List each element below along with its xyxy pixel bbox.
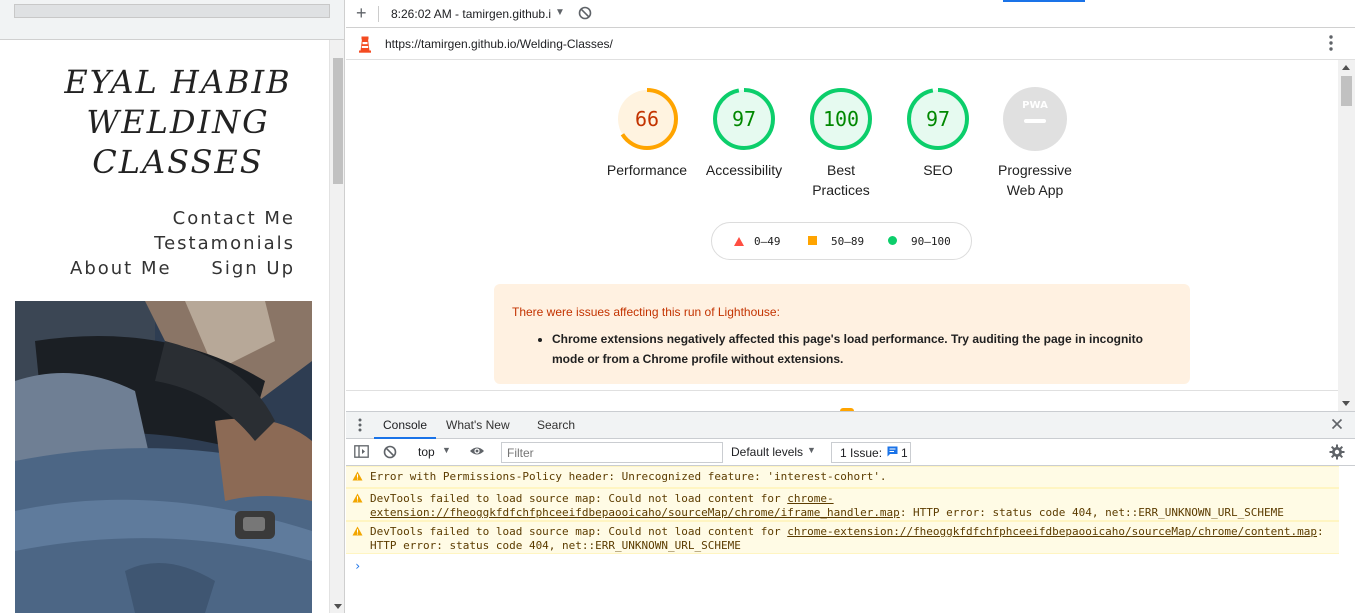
warning-triangle-icon [352, 471, 363, 485]
devtools-panel: + 8:26:02 AM - tamirgen.github.i ▼ https… [346, 0, 1355, 613]
console-message-text: DevTools failed to load source map: Coul… [370, 492, 788, 505]
report-selector[interactable]: 8:26:02 AM - tamirgen.github.i [391, 7, 551, 21]
lighthouse-icon [358, 35, 372, 56]
score-legend: 0–49 50–89 90–100 [711, 222, 972, 260]
warning-list: Chrome extensions negatively affected th… [552, 329, 1162, 369]
average-square-icon [808, 236, 817, 245]
fail-triangle-icon [734, 237, 744, 246]
tab-console[interactable]: Console [374, 412, 436, 439]
gauge-score: 97 [926, 107, 950, 131]
filter-input[interactable] [501, 442, 723, 463]
report-scrollbar[interactable] [1338, 60, 1355, 411]
console-message-text: Error with Permissions-Policy header: Un… [370, 470, 887, 483]
warning-triangle-icon [352, 493, 363, 507]
scroll-up-arrow-icon[interactable] [1342, 65, 1350, 70]
console-toolbar: top ▼ Default levels ▼ 1 Issue: 1 [346, 439, 1355, 466]
nav-link-about[interactable]: About Me [70, 258, 172, 279]
warning-triangle-icon [352, 526, 363, 540]
message-icon [887, 446, 898, 460]
active-accent-bar [1003, 0, 1085, 2]
close-icon[interactable] [1331, 418, 1343, 433]
console-warning-row: Error with Permissions-Policy header: Un… [346, 466, 1339, 488]
nav-link-testimonials[interactable]: Testamonials [154, 233, 295, 254]
site-title: EYAL HABIB WELDING CLASSES [64, 63, 292, 181]
website-top-strip [14, 4, 330, 18]
console-warning-row: DevTools failed to load source map: Coul… [346, 488, 1339, 521]
gauge-label: Best Practices [812, 162, 870, 198]
chevron-down-icon[interactable]: ▼ [555, 7, 565, 18]
pwa-dash-icon [1024, 119, 1046, 123]
score-gauge[interactable]: 97 SEO [883, 86, 993, 180]
nav-link-signup[interactable]: Sign Up [211, 258, 295, 279]
gauge-label: SEO [923, 162, 953, 178]
legend-fail: 0–49 [734, 235, 781, 248]
tab-whats-new[interactable]: What's New [446, 412, 510, 439]
chevron-down-icon[interactable]: ▼ [442, 445, 451, 455]
score-gauge[interactable]: PWA Progressive Web App [980, 86, 1090, 200]
gauge-score: 66 [635, 107, 659, 131]
score-gauge-ring: 100 [810, 88, 872, 150]
pwa-badge-icon: PWA [1022, 100, 1048, 111]
console-prompt[interactable]: › [354, 559, 361, 573]
warning-item: Chrome extensions negatively affected th… [552, 329, 1162, 369]
chevron-down-icon[interactable]: ▼ [807, 445, 816, 455]
score-gauge-ring: 97 [907, 88, 969, 150]
block-icon[interactable] [383, 445, 397, 462]
new-report-plus-icon[interactable]: + [356, 3, 367, 24]
gauge-label: Progressive Web App [998, 162, 1072, 198]
gauge-label: Performance [606, 162, 688, 178]
issues-button[interactable]: 1 Issue: 1 [831, 442, 911, 463]
console-messages: Error with Permissions-Policy header: Un… [346, 466, 1355, 613]
website-top-bar [0, 0, 344, 40]
welder-photo [15, 301, 312, 613]
context-selector[interactable]: top [418, 445, 435, 459]
score-gauge-ring: 97 [713, 88, 775, 150]
gauge-score: 97 [732, 107, 756, 131]
report-scrollbar-thumb[interactable] [1341, 76, 1352, 106]
legend-average: 50–89 [808, 235, 864, 248]
gauge-score: 100 [823, 107, 859, 131]
console-message-text: DevTools failed to load source map: Coul… [370, 525, 788, 538]
scroll-down-arrow-icon[interactable] [334, 604, 342, 609]
scroll-down-arrow-icon[interactable] [1342, 401, 1350, 406]
gauge-label: Accessibility [705, 162, 783, 178]
website-viewport: EYAL HABIB WELDING CLASSES Contact Me Te… [0, 0, 345, 613]
lighthouse-toolbar: + 8:26:02 AM - tamirgen.github.i ▼ [346, 0, 1355, 28]
console-message-suffix: : HTTP error: status code 404, net::ERR_… [899, 506, 1284, 519]
lighthouse-url-bar: https://tamirgen.github.io/Welding-Class… [346, 28, 1355, 60]
report-divider [346, 390, 1338, 391]
block-icon[interactable] [578, 6, 592, 23]
pass-circle-icon [888, 236, 897, 245]
lighthouse-report: 66 Performance 97 Accessibility 100 Best Prac… [346, 60, 1338, 391]
kebab-menu-icon[interactable] [358, 418, 362, 435]
gear-icon[interactable] [1329, 444, 1345, 463]
warning-title: There were issues affecting this run of … [512, 305, 780, 319]
console-warning-row: DevTools failed to load source map: Coul… [346, 521, 1339, 554]
legend-pass: 90–100 [888, 235, 951, 248]
score-gauge[interactable]: 97 Accessibility [689, 86, 799, 180]
sidebar-toggle-icon[interactable] [354, 445, 369, 461]
score-gauge-ring: 66 [616, 88, 678, 150]
issues-count: 1 [901, 446, 908, 460]
website-scrollbar-thumb[interactable] [333, 58, 343, 184]
score-gauge-ring: PWA [1003, 87, 1067, 151]
issues-label: 1 Issue: [840, 446, 883, 460]
nav-link-contact[interactable]: Contact Me [173, 208, 295, 229]
log-levels-selector[interactable]: Default levels [731, 445, 803, 459]
score-gauge[interactable]: 66 Performance [592, 86, 702, 180]
website-scrollbar[interactable] [329, 40, 344, 613]
console-scrollbar[interactable] [1339, 466, 1355, 613]
runtime-warning-box: There were issues affecting this run of … [494, 284, 1190, 384]
score-gauge[interactable]: 100 Best Practices [786, 86, 896, 200]
eye-icon[interactable] [469, 445, 485, 460]
source-map-link[interactable]: chrome-extension://fheoggkfdfchfphceeifd… [787, 525, 1317, 538]
welder-photo-illustration [15, 301, 312, 613]
tab-search[interactable]: Search [537, 412, 575, 439]
audited-url[interactable]: https://tamirgen.github.io/Welding-Class… [385, 37, 613, 51]
toolbar-divider [378, 6, 379, 22]
drawer-tab-bar: Console What's New Search [346, 411, 1355, 439]
kebab-menu-icon[interactable] [1329, 35, 1333, 54]
